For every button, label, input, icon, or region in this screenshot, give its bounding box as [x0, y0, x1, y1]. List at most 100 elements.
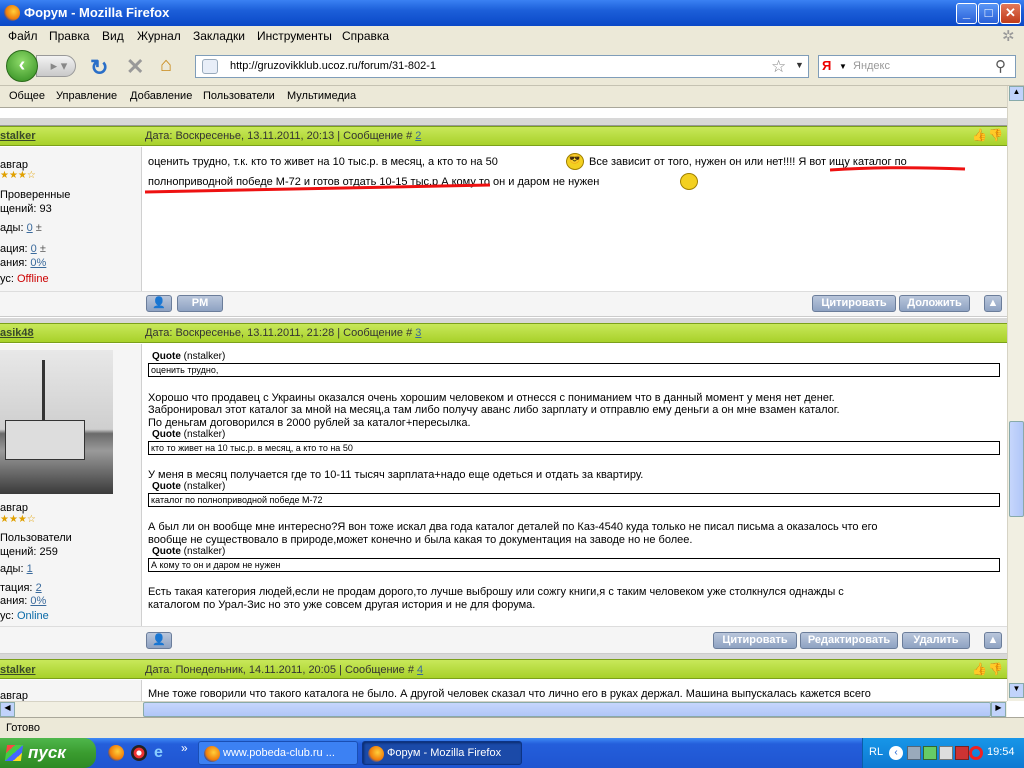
window-title: Форум - Mozilla Firefox	[24, 5, 170, 20]
scroll-thumb[interactable]	[1009, 421, 1024, 517]
search-engine-dropdown-icon[interactable]: ▼	[839, 62, 847, 71]
opera-quicklaunch-icon[interactable]	[131, 745, 147, 761]
site-menu-bar: Общее Управление Добавление Пользователи…	[0, 86, 1024, 108]
quote-box: каталог по полноприводной победе М-72	[148, 493, 1000, 507]
delete-button[interactable]: Удалить	[902, 632, 970, 649]
post-number-link[interactable]: 3	[415, 327, 421, 339]
post-author[interactable]: stalker	[0, 664, 35, 676]
user-warnings: ания: 0%	[0, 595, 47, 607]
post-userinfo: авгар ★★★☆ Проверенные щений: 93 ады: 0 …	[0, 147, 142, 291]
site-menu-management[interactable]: Управление	[56, 90, 117, 102]
quicklaunch-more-icon[interactable]: »	[181, 741, 188, 755]
menu-view[interactable]: Вид	[102, 29, 124, 43]
divider	[0, 118, 1007, 126]
post-text: Мне тоже говорили что такого каталога не…	[148, 688, 871, 700]
firefox-task-icon	[368, 746, 384, 762]
minimize-button[interactable]: _	[956, 3, 977, 24]
security-icon[interactable]	[923, 746, 937, 760]
menu-history[interactable]: Журнал	[137, 29, 181, 43]
quote-button[interactable]: Цитировать	[812, 295, 896, 312]
windows-logo-icon	[4, 745, 24, 761]
ie-quicklaunch-icon[interactable]: e	[154, 744, 163, 762]
rate-down-icon[interactable]: 👎	[988, 128, 1003, 142]
user-avatar	[0, 350, 113, 494]
close-button[interactable]: ✕	[1000, 3, 1021, 24]
home-icon[interactable]: ⌂	[160, 54, 172, 77]
rate-up-icon[interactable]: 👍	[972, 128, 987, 142]
site-menu-add[interactable]: Добавление	[130, 90, 192, 102]
forward-button[interactable]: ▸ ▾	[36, 55, 76, 77]
edit-button[interactable]: Редактировать	[800, 632, 898, 649]
site-menu-general[interactable]: Общее	[9, 90, 45, 102]
rate-down-icon[interactable]: 👎	[988, 662, 1003, 676]
site-identity-icon[interactable]	[202, 59, 218, 74]
post-author[interactable]: asik48	[0, 327, 34, 339]
rate-up-icon[interactable]: 👍	[972, 662, 987, 676]
search-input[interactable]: Яндекс	[853, 60, 890, 72]
user-rank: авгар	[0, 502, 28, 514]
rank-stars-icon: ★★★☆	[0, 170, 36, 181]
user-warnings: ания: 0%	[0, 257, 47, 269]
post-text: По деньгам договорился в 2000 рублей за …	[148, 417, 471, 429]
post-userinfo: авгар ★★★☆ Пользователи щений: 259 ады: …	[0, 344, 142, 626]
menu-bookmarks[interactable]: Закладки	[193, 29, 245, 43]
search-box[interactable]: Я ▼ Яндекс ⚲	[818, 55, 1016, 78]
report-button[interactable]: Доложить	[899, 295, 970, 312]
bookmark-star-icon[interactable]: ☆	[771, 57, 786, 77]
scroll-right-button[interactable]: ▶	[991, 702, 1006, 717]
language-indicator[interactable]: RL	[869, 746, 883, 758]
menu-bar: Файл Правка Вид Журнал Закладки Инструме…	[0, 26, 1024, 46]
site-menu-multimedia[interactable]: Мультимедиа	[287, 90, 356, 102]
menu-edit[interactable]: Правка	[49, 29, 90, 43]
maximize-button[interactable]: □	[978, 3, 999, 24]
menu-help[interactable]: Справка	[342, 29, 389, 43]
firefox-quicklaunch-icon[interactable]	[108, 745, 124, 761]
scroll-down-button[interactable]: ▼	[1009, 683, 1024, 698]
scroll-top-button[interactable]: ▲	[984, 295, 1002, 312]
post-number-link[interactable]: 2	[415, 130, 421, 142]
quote-button[interactable]: Цитировать	[713, 632, 797, 649]
scroll-top-button[interactable]: ▲	[984, 632, 1002, 649]
taskbar-item-pobeda[interactable]: www.pobeda-club.ru ...	[198, 741, 358, 765]
rank-stars-icon: ★★★☆	[0, 514, 36, 525]
scroll-left-button[interactable]: ◀	[0, 702, 15, 717]
post-number-link[interactable]: 4	[417, 664, 423, 676]
search-icon[interactable]: ⚲	[995, 57, 1006, 75]
hscroll-thumb[interactable]	[143, 702, 991, 717]
site-menu-users[interactable]: Пользователи	[203, 90, 275, 102]
status-bar: Готово	[0, 717, 1024, 738]
post-text: А был ли он вообще мне интересно?Я вон т…	[148, 521, 878, 533]
user-status: ус: Online	[0, 610, 49, 622]
network-icon[interactable]	[907, 746, 921, 760]
tray-app-icon[interactable]	[955, 746, 969, 760]
search-engine-icon[interactable]: Я	[822, 58, 831, 73]
post-date: Дата: Понедельник, 14.11.2011, 20:05 | С…	[145, 664, 424, 676]
status-text: Готово	[6, 722, 40, 734]
url-text: http://gruzovikklub.ucoz.ru/forum/31-802…	[230, 60, 437, 72]
vertical-scrollbar[interactable]: ▲ ▼	[1007, 86, 1024, 701]
start-label: пуск	[28, 743, 66, 762]
opera-tray-icon[interactable]	[969, 746, 983, 760]
throbber-icon: ✲	[1002, 28, 1015, 45]
post-author[interactable]: stalker	[0, 130, 35, 142]
system-tray: RL ‹ 19:54	[862, 738, 1024, 768]
post-text: Хорошо что продавец с Украины оказался о…	[148, 392, 835, 404]
stop-icon[interactable]: ✕	[126, 54, 144, 80]
horizontal-scrollbar[interactable]: ◀ ▶	[0, 701, 1007, 717]
menu-file[interactable]: Файл	[8, 29, 38, 43]
profile-button[interactable]: 👤	[146, 632, 172, 649]
firefox-task-icon	[204, 746, 220, 762]
pm-button[interactable]: PM	[177, 295, 223, 312]
url-dropdown-icon[interactable]: ▼	[795, 60, 804, 70]
menu-tools[interactable]: Инструменты	[257, 29, 332, 43]
volume-icon[interactable]	[939, 746, 953, 760]
scroll-up-button[interactable]: ▲	[1009, 86, 1024, 101]
profile-button[interactable]: 👤	[146, 295, 172, 312]
reload-icon[interactable]: ↻	[90, 55, 108, 81]
post-date: Дата: Воскресенье, 13.11.2011, 21:28 | С…	[145, 327, 422, 339]
tray-expand-icon[interactable]: ‹	[889, 746, 903, 760]
post-userinfo: авгар	[0, 680, 142, 702]
post-text: вообще не существовало в природе,может к…	[148, 534, 693, 546]
taskbar-item-forum[interactable]: Форум - Mozilla Firefox	[362, 741, 522, 765]
back-button[interactable]: ‹	[6, 50, 38, 82]
